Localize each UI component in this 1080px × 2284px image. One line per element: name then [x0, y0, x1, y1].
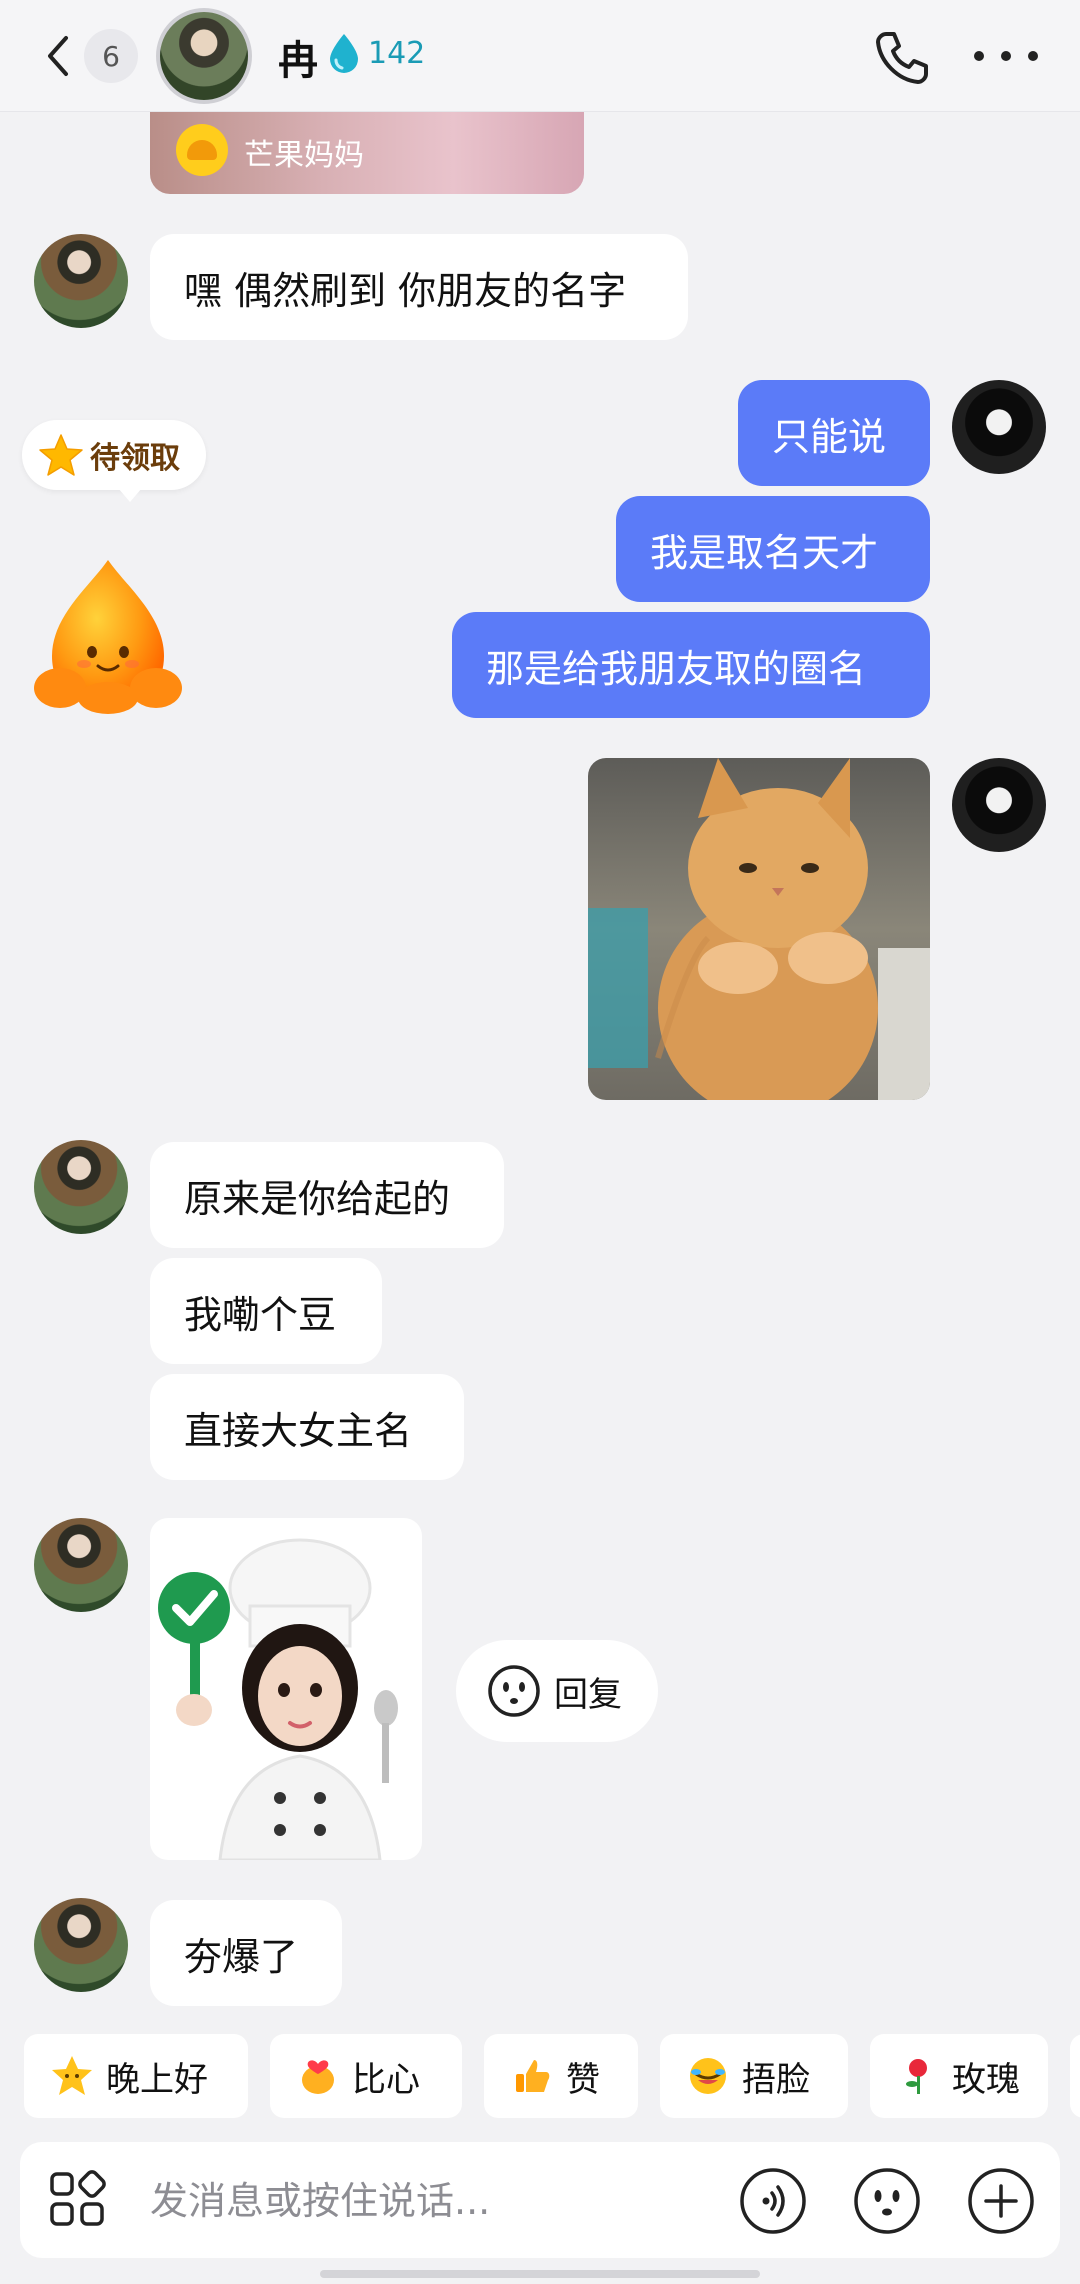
- rose-icon: [896, 2054, 940, 2098]
- chat-header: 6 冉 142: [0, 0, 1080, 112]
- shared-video-card[interactable]: 芒果妈妈: [150, 112, 584, 194]
- voice-call-button[interactable]: [872, 28, 932, 88]
- quick-reply-facepalm[interactable]: 捂脸: [660, 2034, 848, 2118]
- quick-reply-heart[interactable]: 比心: [270, 2034, 462, 2118]
- quick-reply-label: 赞: [566, 2059, 600, 2100]
- more-actions-button[interactable]: [966, 2166, 1036, 2236]
- dot-icon: [1001, 51, 1011, 61]
- friend-avatar[interactable]: [34, 234, 128, 328]
- message-bubble-incoming[interactable]: 直接大女主名: [150, 1374, 464, 1480]
- voice-input-button[interactable]: [738, 2166, 808, 2236]
- message-bubble-outgoing[interactable]: 我是取名天才: [616, 496, 930, 602]
- my-avatar[interactable]: [952, 380, 1046, 474]
- star-face-icon: [50, 2054, 94, 2098]
- quick-reply-bar: 晚上好 比心 赞 捂脸 玫瑰: [0, 2034, 1080, 2118]
- quick-reply-more[interactable]: [1070, 2034, 1080, 2118]
- chef-illustration: [158, 1538, 398, 1860]
- orange-mascot-icon: [34, 560, 182, 714]
- voice-wave-icon: [740, 2168, 806, 2234]
- grid-apps-icon: [50, 2170, 106, 2226]
- card-author: 芒果妈妈: [244, 138, 364, 173]
- dot-icon: [974, 51, 984, 61]
- friend-avatar[interactable]: [34, 1898, 128, 1992]
- more-options-button[interactable]: [974, 28, 1038, 84]
- unread-badge: 6: [84, 29, 138, 83]
- heart-hands-icon: [296, 2054, 340, 2098]
- emoji-button[interactable]: [852, 2166, 922, 2236]
- dot-icon: [1028, 51, 1038, 61]
- reward-label: 待领取: [90, 441, 180, 476]
- smiley-icon: [488, 1665, 540, 1717]
- quick-reply-label: 比心: [352, 2059, 420, 2100]
- brand-logo-icon: [176, 124, 228, 176]
- friend-avatar[interactable]: [34, 1518, 128, 1612]
- quick-reply-chip[interactable]: 回复: [456, 1640, 658, 1742]
- message-bubble-outgoing[interactable]: 只能说: [738, 380, 930, 486]
- cat-meme-image[interactable]: [588, 758, 930, 1100]
- facepalm-icon: [686, 2054, 730, 2098]
- message-bubble-incoming[interactable]: 夯爆了: [150, 1900, 342, 2006]
- apps-button[interactable]: [48, 2170, 108, 2230]
- water-drop-icon: [330, 34, 358, 73]
- message-bubble-incoming[interactable]: 原来是你给起的: [150, 1142, 504, 1248]
- quick-reply-like[interactable]: 赞: [484, 2034, 638, 2118]
- quick-reply-rose[interactable]: 玫瑰: [870, 2034, 1048, 2118]
- message-bubble-outgoing[interactable]: 那是给我朋友取的圈名: [452, 612, 930, 718]
- my-avatar[interactable]: [952, 758, 1046, 852]
- message-input-bar: [20, 2142, 1060, 2258]
- quick-reply-label: 捂脸: [742, 2059, 810, 2100]
- smiley-icon: [854, 2168, 920, 2234]
- quick-reply-good-evening[interactable]: 晚上好: [24, 2034, 248, 2118]
- chevron-left-icon: [48, 36, 68, 76]
- plus-circle-icon: [968, 2168, 1034, 2234]
- reply-label: 回复: [554, 1674, 622, 1715]
- contact-name[interactable]: 冉: [278, 28, 318, 86]
- home-indicator[interactable]: [320, 2270, 760, 2278]
- quick-reply-label: 晚上好: [106, 2059, 208, 2100]
- message-input[interactable]: [150, 2166, 730, 2236]
- phone-icon: [876, 32, 928, 84]
- streak-count: 142: [368, 35, 426, 71]
- back-button[interactable]: 6: [40, 26, 140, 86]
- cat-illustration: [588, 758, 930, 1100]
- quick-reply-label: 玫瑰: [952, 2059, 1020, 2100]
- friend-avatar[interactable]: [34, 1140, 128, 1234]
- contact-avatar[interactable]: [156, 8, 252, 104]
- streak-indicator[interactable]: 142: [326, 32, 425, 74]
- mascot-sticker[interactable]: [30, 556, 186, 716]
- reward-pending-pill[interactable]: 待领取: [22, 420, 206, 502]
- star-icon: [39, 434, 83, 476]
- message-bubble-incoming[interactable]: 嘿 偶然刷到 你朋友的名字: [150, 234, 688, 340]
- message-bubble-incoming[interactable]: 我嘞个豆: [150, 1258, 382, 1364]
- thumbs-up-icon: [510, 2054, 554, 2098]
- chef-sticker-image[interactable]: [150, 1518, 422, 1860]
